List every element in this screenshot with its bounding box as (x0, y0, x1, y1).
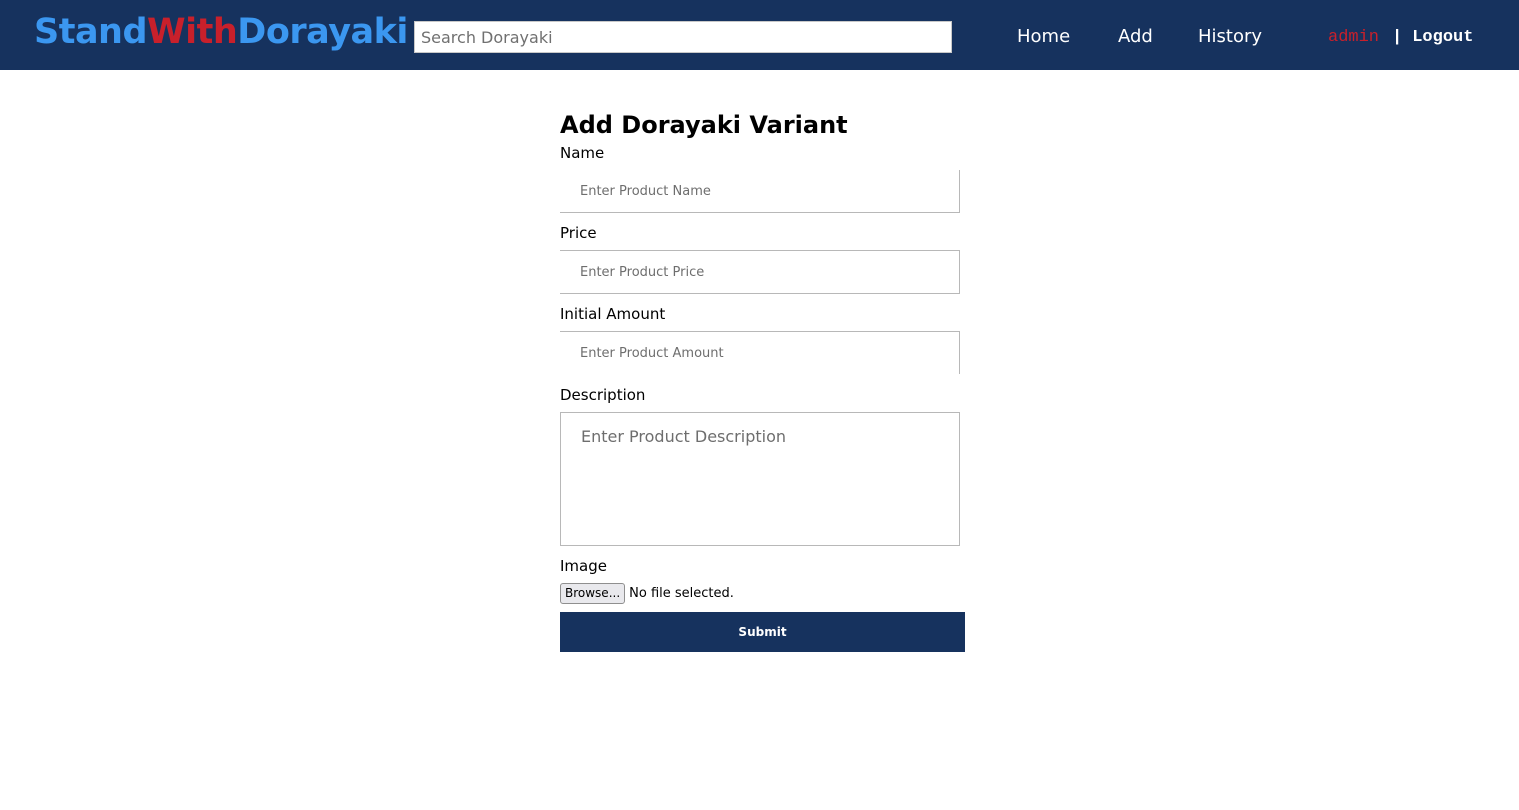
logout-link[interactable]: Logout (1412, 28, 1473, 47)
nav-home-link[interactable]: Home (1017, 26, 1070, 48)
product-name-input[interactable] (560, 170, 960, 213)
username: admin (1328, 28, 1380, 47)
nav-history-link[interactable]: History (1198, 26, 1262, 48)
navbar: StandWithDorayaki Home Add History admin… (0, 0, 1519, 70)
search-input[interactable] (414, 21, 952, 53)
nav-add-link[interactable]: Add (1118, 26, 1153, 48)
browse-button[interactable]: Browse... (560, 583, 626, 604)
initial-amount-label: Initial Amount (560, 305, 666, 323)
user-area: admin | Logout (1328, 28, 1473, 48)
user-separator: | (1392, 28, 1403, 47)
brand-part-with: With (147, 12, 238, 52)
product-price-input[interactable] (560, 250, 960, 294)
brand-part-stand: Stand (34, 12, 148, 52)
file-status-text: No file selected. (629, 586, 734, 601)
product-description-textarea[interactable] (560, 412, 960, 546)
product-amount-input[interactable] (560, 331, 960, 374)
image-label: Image (560, 557, 607, 575)
image-file-input: Browse... No file selected. (560, 583, 734, 605)
submit-button[interactable]: Submit (560, 612, 965, 652)
brand-logo[interactable]: StandWithDorayaki (34, 10, 408, 54)
price-label: Price (560, 224, 597, 242)
description-label: Description (560, 386, 646, 404)
page-title: Add Dorayaki Variant (560, 111, 848, 139)
name-label: Name (560, 144, 605, 162)
brand-part-dorayaki: Dorayaki (237, 12, 408, 52)
